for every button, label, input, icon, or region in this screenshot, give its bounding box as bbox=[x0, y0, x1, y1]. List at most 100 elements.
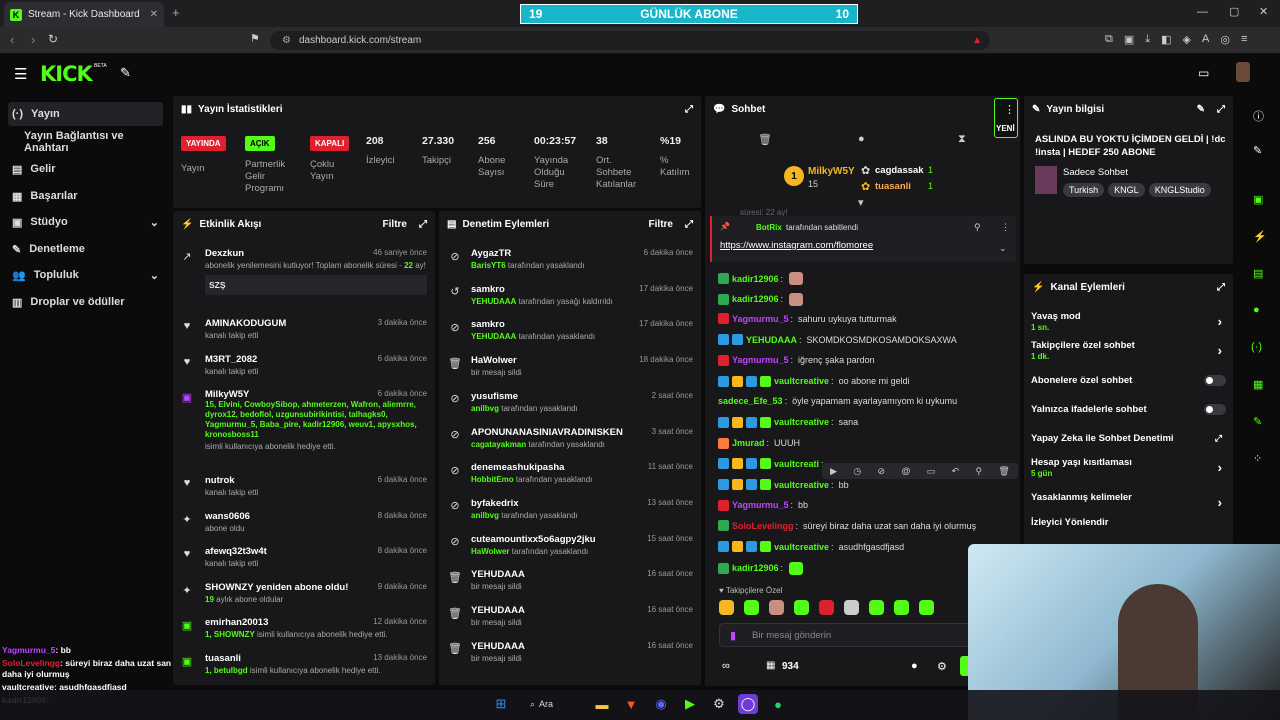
chat-message[interactable]: kadir12906: bbox=[718, 561, 804, 575]
screenshot-icon[interactable]: ▣ bbox=[1124, 33, 1134, 46]
translate-icon[interactable]: A bbox=[1202, 33, 1209, 46]
channel-action-row[interactable]: Yasaklanmış kelimeler › bbox=[1031, 492, 1226, 510]
expand-icon[interactable]: ⤢ bbox=[1217, 104, 1225, 115]
kick-app-icon[interactable]: ▶ bbox=[680, 694, 700, 714]
site-info-icon[interactable]: ⚙ bbox=[282, 35, 291, 46]
collapse-icon[interactable]: ▾ bbox=[858, 196, 864, 209]
forward-icon[interactable]: › bbox=[31, 32, 35, 47]
chat-username[interactable]: SoloLevelingg bbox=[732, 521, 794, 531]
top-gifter-name[interactable]: MilkyW5Y bbox=[808, 166, 855, 177]
obs-icon[interactable]: ◯ bbox=[738, 694, 758, 714]
emote-icon[interactable] bbox=[844, 600, 859, 615]
kick-logo[interactable]: KICK bbox=[40, 62, 93, 86]
pin-icon[interactable]: ✎ bbox=[120, 65, 131, 81]
leader-name[interactable]: cagdassak bbox=[875, 165, 924, 176]
emote-icon[interactable] bbox=[719, 600, 734, 615]
chat-username[interactable]: vaultcreative bbox=[774, 376, 829, 386]
close-tab-icon[interactable]: ✕ bbox=[150, 9, 158, 20]
taskbar-search[interactable]: ⌕ Ara bbox=[530, 696, 578, 712]
category-name[interactable]: Sadece Sohbet bbox=[1063, 167, 1128, 178]
emote-icon[interactable] bbox=[744, 600, 759, 615]
chat-username[interactable]: YEHUDAAA bbox=[746, 335, 797, 345]
infinity-icon[interactable]: ∞ bbox=[722, 660, 730, 672]
copy-icon[interactable]: ▭ bbox=[927, 466, 936, 477]
download-icon[interactable]: ⤓ bbox=[1145, 33, 1150, 46]
chat-username[interactable]: vaultcreative bbox=[774, 542, 829, 552]
emote-icon[interactable] bbox=[869, 600, 884, 615]
document-icon[interactable]: ▤ bbox=[1253, 267, 1263, 280]
chat-username[interactable]: kadir12906 bbox=[732, 563, 779, 573]
trash-icon[interactable]: 🗑 bbox=[758, 133, 772, 146]
sidebar-item-basarilar[interactable]: ▦ Başarılar bbox=[8, 184, 163, 208]
chat-username[interactable]: kadir12906 bbox=[732, 274, 779, 284]
sidebar-item-topluluk[interactable]: 👥 Topluluk ⌄ bbox=[8, 263, 163, 287]
expand-icon[interactable]: ⤢ bbox=[685, 219, 693, 230]
minimize-icon[interactable]: — bbox=[1197, 6, 1208, 18]
chat-message[interactable]: Yagmurmu_5: iğrenç şaka pardon bbox=[718, 354, 875, 366]
expand-icon[interactable]: ⤢ bbox=[419, 219, 427, 230]
chat-menu-button[interactable]: ⋮ YENİ bbox=[994, 98, 1018, 138]
chat-message[interactable]: YEHUDAAA: SKOMDKOSMDKOSAMDOKSAXWA bbox=[718, 334, 957, 346]
chat-username[interactable]: vaultcreative bbox=[774, 480, 829, 490]
chat-message[interactable]: kadir12906: bbox=[718, 292, 804, 306]
apps-icon[interactable]: ⁘ bbox=[1253, 452, 1262, 465]
stream-tag[interactable]: KNGL bbox=[1108, 183, 1145, 197]
channel-action-row[interactable]: Abonelere özel sohbet bbox=[1031, 375, 1226, 386]
channel-action-row[interactable]: Yapay Zeka ile Sohbet Denetimi ⤢ bbox=[1031, 433, 1226, 444]
emote-icon[interactable] bbox=[794, 600, 809, 615]
windows-start-icon[interactable]: ⊞ bbox=[491, 694, 511, 714]
chat-username[interactable]: Yagmurmu_5 bbox=[732, 355, 789, 365]
chat-username[interactable]: Yagmurmu_5 bbox=[732, 314, 789, 324]
moderator-name[interactable]: HobbitEmo bbox=[471, 475, 514, 484]
chat-message[interactable]: sadece_Efe_53: öyle yapamam ayarlayamıyom… bbox=[718, 396, 957, 406]
moderator-name[interactable]: YEHUDAAA bbox=[471, 332, 516, 341]
channel-action-row[interactable]: Yavaş mod 1 sn. › bbox=[1031, 311, 1226, 332]
steam-icon[interactable]: ⚙ bbox=[709, 694, 729, 714]
extension-icon[interactable]: ⧉ bbox=[1105, 33, 1113, 46]
maximize-icon[interactable]: ▢ bbox=[1229, 5, 1239, 18]
chat-message[interactable]: Jmurad: UUUH bbox=[718, 437, 800, 449]
emote-icon[interactable] bbox=[769, 600, 784, 615]
reload-icon[interactable]: ↻ bbox=[48, 32, 58, 46]
browser-tab[interactable]: K Stream - Kick Dashboard ✕ bbox=[4, 2, 164, 27]
chat-input[interactable]: ▮ Bir mesaj gönderin bbox=[719, 623, 1009, 647]
moderator-name[interactable]: BarisYT6 bbox=[471, 261, 506, 270]
filter-button[interactable]: Filtre bbox=[649, 219, 673, 230]
spotify-icon[interactable]: ● bbox=[768, 694, 788, 714]
address-bar[interactable]: ⚙ dashboard.kick.com/stream ▲ bbox=[270, 31, 990, 50]
chevron-down-icon[interactable]: ⌄ bbox=[999, 243, 1007, 254]
chat-username[interactable]: vaultcreative bbox=[774, 417, 829, 427]
brave-shield-icon[interactable]: ▲ bbox=[972, 35, 982, 46]
mention-icon[interactable]: @ bbox=[901, 466, 910, 476]
broadcast-icon[interactable]: (·) bbox=[1251, 341, 1262, 353]
brave-browser-icon[interactable]: ▼ bbox=[621, 694, 641, 714]
timeout-icon[interactable]: ◷ bbox=[853, 466, 861, 477]
wrench-icon[interactable]: ✎ bbox=[1253, 415, 1262, 428]
chat-message[interactable]: vaultcreative: asudhfgasdfjasd bbox=[718, 541, 904, 553]
reply-icon[interactable]: ↶ bbox=[952, 466, 960, 477]
toggle-switch[interactable] bbox=[1204, 375, 1226, 386]
bookmark-icon[interactable]: ⚑ bbox=[250, 32, 260, 45]
ban-icon[interactable]: ⊘ bbox=[878, 466, 886, 477]
chat-message[interactable]: vaultcreative: oo abone mi geldi bbox=[718, 375, 910, 387]
sidebar-item-denetleme[interactable]: ✎ Denetleme bbox=[8, 237, 163, 261]
sidebar-item-yayin[interactable]: (·) Yayın bbox=[8, 102, 163, 126]
pinned-link[interactable]: https://www.instagram.com/flomoree bbox=[720, 240, 873, 251]
moderator-name[interactable]: anilbvg bbox=[471, 511, 499, 520]
emote-icon[interactable] bbox=[894, 600, 909, 615]
user-avatar[interactable] bbox=[1236, 62, 1250, 82]
vpn-icon[interactable]: ◎ bbox=[1220, 33, 1230, 46]
chat-message[interactable]: kadir12906: bbox=[718, 272, 804, 285]
expand-icon[interactable]: ⤢ bbox=[1217, 282, 1225, 293]
play-icon[interactable]: ▶ bbox=[830, 466, 837, 477]
moderator-name[interactable]: anilbvg bbox=[471, 404, 499, 413]
chat-username[interactable]: kadir12906 bbox=[732, 294, 779, 304]
new-tab-icon[interactable]: + bbox=[172, 5, 180, 20]
emote-icon[interactable] bbox=[819, 600, 834, 615]
emote-menu-icon[interactable]: ● bbox=[911, 660, 918, 672]
stream-tag[interactable]: KNGLStudio bbox=[1148, 183, 1211, 197]
moderator-name[interactable]: YEHUDAAA bbox=[471, 297, 516, 306]
expand-icon[interactable]: ⤢ bbox=[685, 104, 693, 115]
emote-icon[interactable] bbox=[919, 600, 934, 615]
settings-icon[interactable]: ⚙ bbox=[937, 660, 947, 673]
